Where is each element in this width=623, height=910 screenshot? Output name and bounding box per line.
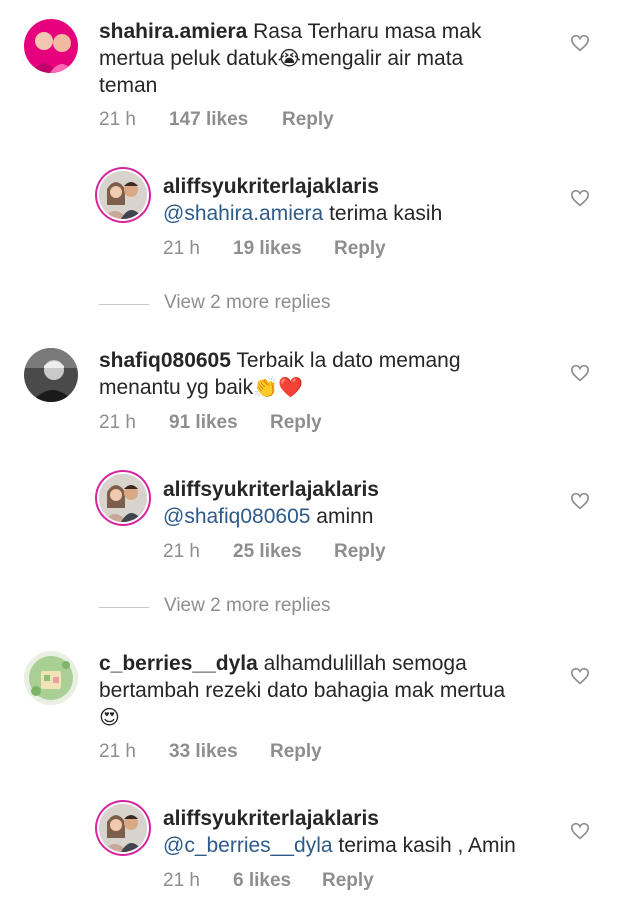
heart-outline-icon[interactable]: [570, 667, 590, 685]
heart-outline-icon[interactable]: [570, 189, 590, 207]
reply-username[interactable]: aliffsyukriterlajaklaris: [163, 805, 379, 832]
reply-text: aminn: [316, 505, 374, 528]
comment-text-line: mertua peluk datuk😭mengalir air mata: [99, 45, 463, 72]
avatar-image: [24, 19, 78, 73]
avatar-shahira-amiera[interactable]: [24, 19, 78, 73]
comment-body: c_berries__dyla alhamdulillah semoga: [99, 650, 467, 677]
avatar-aliffsyukriterlajaklaris[interactable]: [99, 474, 147, 522]
comment-time: 21 h: [99, 109, 136, 130]
comment-text: Rasa Terharu masa mak: [253, 20, 482, 43]
comment-body: shahira.amiera Rasa Terharu masa mak: [99, 18, 481, 45]
reply-button[interactable]: Reply: [322, 870, 374, 892]
reply-body: @shafiq080605 aminn: [163, 503, 373, 530]
view-more-label[interactable]: View 2 more replies: [164, 595, 331, 617]
reply-text: terima kasih: [329, 202, 443, 225]
reply-body: @c_berries__dyla terima kasih , Amin: [163, 832, 516, 859]
reply-username[interactable]: aliffsyukriterlajaklaris: [163, 476, 379, 503]
heart-outline-icon[interactable]: [570, 822, 590, 840]
reply-button[interactable]: Reply: [282, 109, 334, 131]
heart-outline-icon[interactable]: [570, 364, 590, 382]
divider-line: [99, 304, 149, 305]
avatar-image: [99, 474, 147, 522]
comment-text: mertua peluk datuk: [99, 47, 278, 70]
comment-username[interactable]: shafiq080605: [99, 349, 231, 372]
comment-likes[interactable]: 91 likes: [169, 412, 238, 434]
comment-likes[interactable]: 33 likes: [169, 741, 238, 763]
crying-face-emoji: 😭: [277, 46, 301, 70]
reply-username[interactable]: aliffsyukriterlajaklaris: [163, 173, 379, 200]
reply-button[interactable]: Reply: [270, 412, 322, 434]
reply-text: terima kasih , Amin: [338, 834, 516, 857]
avatar-aliffsyukriterlajaklaris[interactable]: [99, 804, 147, 852]
comment-body: shafiq080605 Terbaik la dato memang: [99, 347, 461, 374]
avatar-aliffsyukriterlajaklaris[interactable]: [99, 171, 147, 219]
clap-heart-emoji: 👏❤️: [253, 375, 303, 399]
reply-time: 21 h: [163, 238, 200, 259]
mention-link[interactable]: @c_berries__dyla: [163, 834, 333, 857]
reply-username-text[interactable]: aliffsyukriterlajaklaris: [163, 175, 379, 198]
comment-text: Terbaik la dato memang: [236, 349, 461, 372]
comment-time: 21 h: [99, 741, 136, 762]
comment-text-line: bertambah rezeki dato bahagia mak mertua: [99, 679, 506, 702]
heart-outline-icon[interactable]: [570, 492, 590, 510]
reply-likes[interactable]: 6 likes: [233, 870, 291, 892]
reply-button[interactable]: Reply: [270, 741, 322, 763]
comment-text: mengalir air mata: [300, 47, 464, 70]
mention-link[interactable]: @shahira.amiera: [163, 202, 323, 225]
comment-text-line: menantu yg baik👏❤️: [99, 374, 303, 401]
heart-outline-icon[interactable]: [570, 34, 590, 52]
reply-body: @shahira.amiera terima kasih: [163, 200, 442, 227]
avatar-shafiq080605[interactable]: [24, 348, 78, 402]
mention-link[interactable]: @shafiq080605: [163, 505, 310, 528]
avatar-c-berries-dyla[interactable]: [24, 651, 78, 705]
comment-username[interactable]: c_berries__dyla: [99, 652, 258, 675]
reply-username-text[interactable]: aliffsyukriterlajaklaris: [163, 478, 379, 501]
avatar-image: [99, 171, 147, 219]
comment-time: 21 h: [99, 412, 136, 433]
comment-text: alhamdulillah semoga: [263, 652, 467, 675]
comment-text-line: teman: [99, 74, 158, 97]
avatar-image: [24, 651, 78, 705]
comment-text: menantu yg baik: [99, 376, 254, 399]
reply-button[interactable]: Reply: [334, 238, 386, 260]
avatar-image: [24, 348, 78, 402]
comment-username[interactable]: shahira.amiera: [99, 20, 247, 43]
reply-username-text[interactable]: aliffsyukriterlajaklaris: [163, 807, 379, 830]
reply-button[interactable]: Reply: [334, 541, 386, 563]
reply-time: 21 h: [163, 870, 200, 891]
comment-likes[interactable]: 147 likes: [169, 109, 248, 131]
reply-time: 21 h: [163, 541, 200, 562]
heart-eyes-emoji: 😍: [99, 705, 120, 729]
reply-likes[interactable]: 19 likes: [233, 238, 302, 260]
reply-likes[interactable]: 25 likes: [233, 541, 302, 563]
divider-line: [99, 607, 149, 608]
avatar-image: [99, 804, 147, 852]
view-more-label[interactable]: View 2 more replies: [164, 292, 331, 314]
